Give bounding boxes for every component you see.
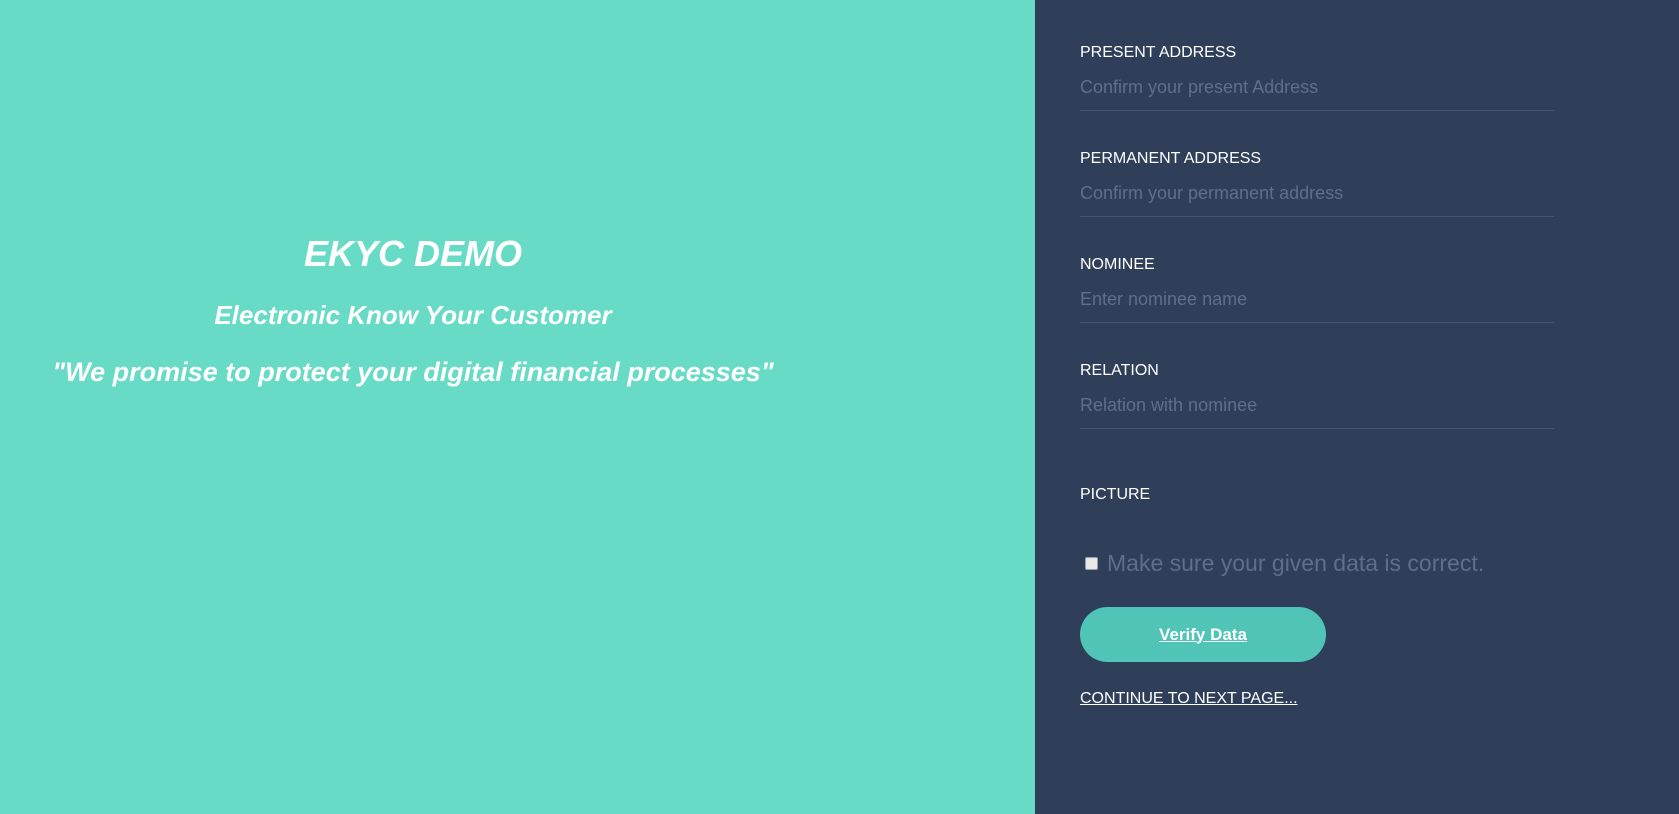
form-panel: PRESENT ADDRESS PERMANENT ADDRESS NOMINE… <box>1035 0 1679 814</box>
verify-data-button[interactable]: Verify Data <box>1080 607 1326 662</box>
permanent-address-label: PERMANENT ADDRESS <box>1080 150 1262 167</box>
relation-label: RELATION <box>1080 362 1159 379</box>
relation-input[interactable] <box>1080 391 1554 429</box>
hero-title: EKYC DEMO <box>303 233 523 274</box>
permanent-address-field: PERMANENT ADDRESS <box>1080 149 1554 217</box>
nominee-field: NOMINEE <box>1080 255 1554 323</box>
picture-field: PICTURE <box>1080 485 1554 505</box>
confirm-checkbox-label: Make sure your given data is correct. <box>1107 550 1485 576</box>
present-address-label: PRESENT ADDRESS <box>1080 44 1237 61</box>
confirm-row: Make sure your given data is correct. <box>1085 550 1484 577</box>
permanent-address-input[interactable] <box>1080 179 1554 217</box>
page: EKYC DEMO Electronic Know Your Customer … <box>0 0 1679 814</box>
continue-next-page-link[interactable]: CONTINUE TO NEXT PAGE... <box>1080 690 1298 708</box>
relation-field: RELATION <box>1080 361 1554 429</box>
nominee-label: NOMINEE <box>1080 256 1155 273</box>
confirm-checkbox[interactable] <box>1085 557 1098 570</box>
picture-label: PICTURE <box>1080 486 1151 503</box>
hero-panel: EKYC DEMO Electronic Know Your Customer … <box>0 0 1035 814</box>
hero-tagline: "We promise to protect your digital fina… <box>52 357 774 387</box>
nominee-input[interactable] <box>1080 285 1554 323</box>
hero-subtitle: Electronic Know Your Customer <box>214 300 612 330</box>
present-address-input[interactable] <box>1080 73 1554 111</box>
present-address-field: PRESENT ADDRESS <box>1080 43 1554 111</box>
